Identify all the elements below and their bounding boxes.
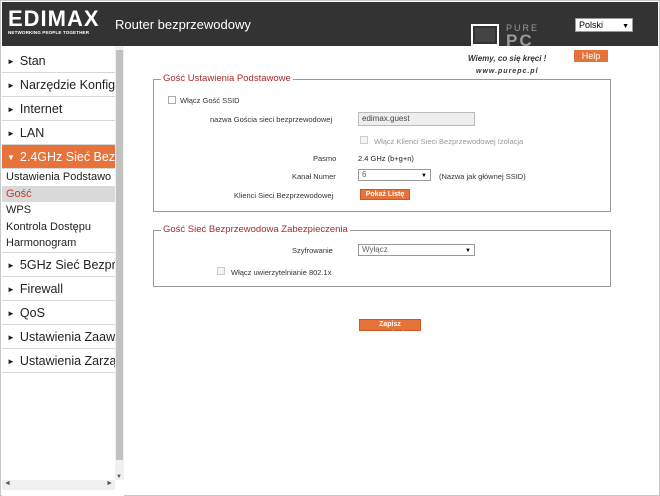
sidebar-item-management[interactable]: ► Ustawienia Zarzą: [2, 349, 115, 373]
sidebar-item-wireless-24[interactable]: ▼ 2.4GHz Sieć Bez: [2, 145, 115, 169]
language-value: Polski: [579, 20, 604, 30]
channel-label: Kanał Numer: [292, 172, 336, 181]
caret-right-icon: ►: [7, 285, 15, 294]
scrollbar-thumb[interactable]: [116, 50, 123, 460]
caret-right-icon: ►: [7, 57, 15, 66]
watermark-slogan: Wiemy, co się kręci !: [468, 54, 547, 63]
ssid-name-label: nazwa Gościa sieci bezprzewodowej: [210, 115, 333, 124]
sidebar-horizontal-scrollbar[interactable]: ◄ ►: [2, 480, 115, 490]
caret-right-icon: ►: [7, 261, 15, 270]
sidebar-item-internet[interactable]: ► Internet: [2, 97, 115, 121]
caret-right-icon: ►: [7, 81, 15, 90]
sidebar: ► Stan ► Narzędzie Konfig ► Internet ► LAN ▼…: [2, 46, 124, 496]
channel-note: (Nazwa jak głównej SSID): [439, 172, 526, 181]
caret-down-icon: ▼: [7, 153, 15, 162]
encryption-value: Wyłącz: [362, 245, 388, 254]
subitem-guest[interactable]: Gość: [2, 185, 115, 202]
dropdown-arrow-icon: ▼: [421, 173, 427, 179]
scroll-down-icon[interactable]: ▼: [116, 474, 122, 480]
show-list-button[interactable]: Pokaż Listę: [360, 189, 410, 200]
basic-settings-panel: Gość Ustawienia Podstawowe Włącz Gość SS…: [153, 73, 611, 212]
sidebar-item-wireless-5[interactable]: ► 5GHz Sieć Bezpr: [2, 253, 115, 277]
sidebar-vertical-scrollbar[interactable]: ▼: [115, 46, 124, 480]
sidebar-item-label: 2.4GHz Sieć Bez: [19, 150, 115, 164]
save-settings-button[interactable]: Zapisz Ustawienia: [359, 319, 421, 338]
sidebar-item-label: Stan: [19, 54, 46, 68]
band-label: Pasmo: [313, 154, 337, 163]
dropdown-arrow-icon: ▼: [465, 248, 471, 254]
encryption-select[interactable]: Wyłącz ▼: [358, 244, 475, 256]
enable-8021x-checkbox[interactable]: [217, 267, 225, 275]
caret-right-icon: ►: [7, 309, 15, 318]
sidebar-menu: ► Stan ► Narzędzie Konfig ► Internet ► LAN ▼…: [2, 46, 115, 478]
browser-frame: EDIMAX NETWORKING PEOPLE TOGETHER Router…: [0, 0, 660, 496]
sidebar-item-label: LAN: [19, 126, 45, 140]
client-isolation-checkbox[interactable]: [360, 136, 368, 144]
sidebar-item-label: Narzędzie Konfig: [19, 78, 115, 92]
sidebar-item-label: Ustawienia Zaaw: [19, 330, 115, 344]
sidebar-item-label: Firewall: [19, 282, 63, 296]
sidebar-item-firewall[interactable]: ► Firewall: [2, 277, 115, 301]
band-value: 2.4 GHz (b+g+n): [358, 154, 414, 163]
caret-right-icon: ►: [7, 357, 15, 366]
help-button[interactable]: Help: [574, 50, 608, 62]
subitem-schedule[interactable]: Harmonogram: [2, 235, 115, 253]
subitem-basic-settings[interactable]: Ustawienia Podstawo: [2, 169, 115, 186]
sidebar-item-label: Ustawienia Zarzą: [19, 354, 115, 368]
subitem-wps[interactable]: WPS: [2, 202, 115, 219]
enable-8021x-label: Włącz uwierzytelnianie 802.1x: [231, 268, 332, 277]
dropdown-arrow-icon: ▼: [622, 23, 629, 30]
channel-value: 6: [362, 170, 367, 179]
language-select[interactable]: Polski ▼: [575, 18, 633, 32]
wireless-clients-label: Klienci Sieci Bezprzewodowej: [234, 191, 334, 200]
watermark-url: www.purepc.pl: [476, 68, 539, 75]
enable-guest-ssid-checkbox[interactable]: [168, 96, 176, 104]
basic-settings-legend: Gość Ustawienia Podstawowe: [161, 73, 293, 84]
enable-guest-ssid-label: Włącz Gość SSID: [180, 96, 240, 105]
caret-right-icon: ►: [7, 129, 15, 138]
caret-right-icon: ►: [7, 105, 15, 114]
sidebar-item-label: 5GHz Sieć Bezpr: [19, 258, 115, 272]
app-title: Router bezprzewodowy: [115, 17, 251, 32]
channel-select[interactable]: 6 ▼: [358, 169, 431, 181]
sidebar-item-advanced[interactable]: ► Ustawienia Zaaw: [2, 325, 115, 349]
subitem-access-control[interactable]: Kontrola Dostępu: [2, 219, 115, 236]
security-panel: Gość Sieć Bezprzewodowa Zabezpieczenia S…: [153, 224, 611, 287]
encryption-label: Szyfrowanie: [292, 246, 333, 255]
sidebar-item-stan[interactable]: ► Stan: [2, 49, 115, 73]
sidebar-item-qos[interactable]: ► QoS: [2, 301, 115, 325]
sidebar-item-lan[interactable]: ► LAN: [2, 121, 115, 145]
ssid-name-input[interactable]: edimax.guest: [358, 112, 475, 126]
security-legend: Gość Sieć Bezprzewodowa Zabezpieczenia: [161, 224, 350, 235]
scroll-right-icon[interactable]: ►: [106, 480, 113, 487]
edimax-logo: EDIMAX NETWORKING PEOPLE TOGETHER: [8, 6, 104, 39]
logo-text: EDIMAX: [8, 6, 100, 31]
sidebar-item-label: Internet: [19, 102, 63, 116]
caret-right-icon: ►: [7, 333, 15, 342]
client-isolation-label: Włącz Klienci Sieci Bezprzewodowej Izola…: [374, 137, 524, 146]
scroll-left-icon[interactable]: ◄: [4, 480, 11, 487]
sidebar-item-narzedzie[interactable]: ► Narzędzie Konfig: [2, 73, 115, 97]
sidebar-item-label: QoS: [19, 306, 45, 320]
